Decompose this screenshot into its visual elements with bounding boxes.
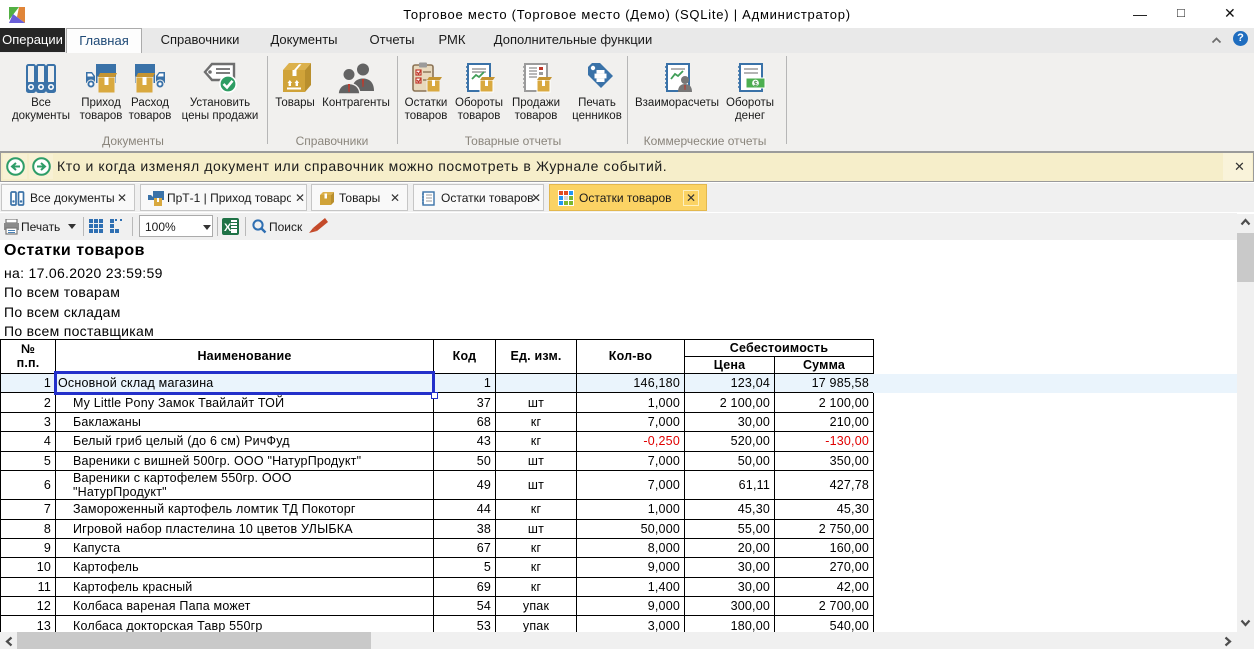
- svg-text:X: X: [224, 222, 232, 234]
- svg-text:$: $: [754, 81, 758, 88]
